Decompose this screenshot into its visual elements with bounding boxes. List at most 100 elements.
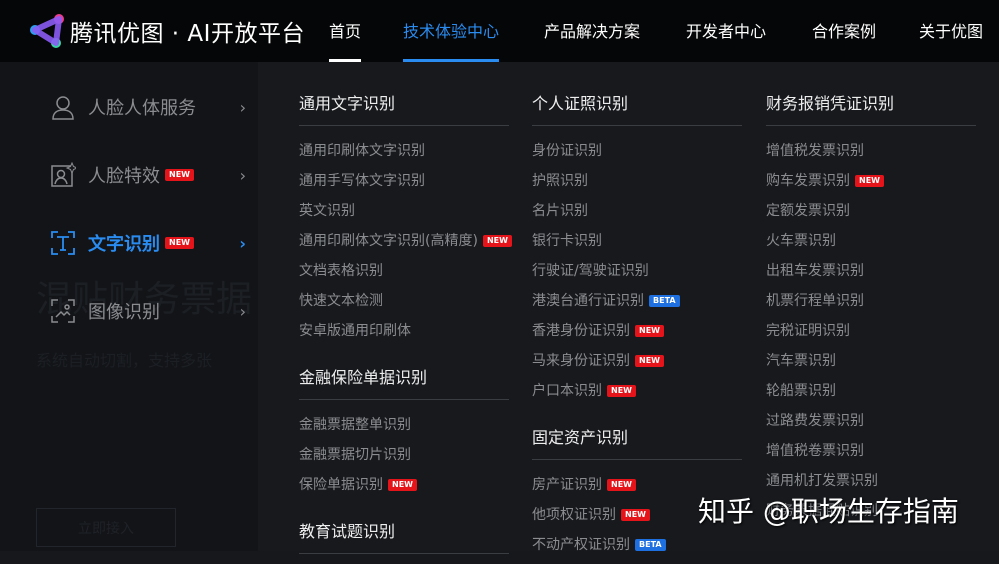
menu-item[interactable]: 英文识别 <box>299 196 509 226</box>
menu-item-label: 快速文本检测 <box>299 293 383 309</box>
section-title: 金融保险单据识别 <box>299 368 428 387</box>
menu-item[interactable]: 文档表格识别 <box>299 256 509 286</box>
menu-item[interactable]: 机票行程单识别 <box>766 286 976 316</box>
nav-item[interactable]: 技术体验中心 <box>403 18 500 62</box>
menu-item[interactable]: 行驶证/驾驶证识别 <box>532 256 742 286</box>
menu-item[interactable]: 名片识别 <box>532 196 742 226</box>
nav-item[interactable]: 产品解决方案 <box>544 18 640 62</box>
menu-item-label: 英文识别 <box>299 203 355 219</box>
nav-item[interactable]: 首页 <box>329 18 362 62</box>
menu-item[interactable]: 马来身份证识别 NEW <box>532 346 742 376</box>
section-divider <box>532 125 742 126</box>
category-user[interactable]: 人脸人体服务 › <box>50 92 246 122</box>
menu-item[interactable]: 香港身份证识别 NEW <box>532 316 742 346</box>
chevron-right-icon: › <box>239 97 246 117</box>
menu-item[interactable]: 出租车发票识别 <box>766 256 976 286</box>
menu-item-label: 保险单据识别 <box>299 477 383 493</box>
menu-item[interactable]: 快速文本检测 <box>299 286 509 316</box>
chevron-right-icon: › <box>239 233 246 253</box>
chevron-right-icon: › <box>239 301 246 321</box>
menu-item-label: 机票行程单识别 <box>766 293 864 309</box>
category-image-scan[interactable]: 图像识别 › <box>50 296 246 326</box>
menu-item[interactable]: 保险单据识别 NEW <box>299 470 509 500</box>
menu-item[interactable]: 通用手写体文字识别 <box>299 166 509 196</box>
menu-item[interactable]: 金融票据切片识别 <box>299 440 509 470</box>
category-label: 人脸特效 <box>88 166 160 187</box>
menu-item[interactable]: 增值税卷票识别 <box>766 436 976 466</box>
nav-item[interactable]: 开发者中心 <box>686 18 766 62</box>
menu-section: 固定资产识别 房产证识别 NEW 他项权证识别 NEW 不动产权证识别 BETA <box>532 406 742 560</box>
menu-item[interactable]: 护照识别 <box>532 166 742 196</box>
category-text-scan[interactable]: 文字识别 NEW › <box>50 228 246 258</box>
menu-item-label: 通用印刷体文字识别 <box>299 143 425 159</box>
menu-item[interactable]: 定额发票识别 <box>766 196 976 226</box>
new-badge: NEW <box>621 509 650 521</box>
menu-item-label: 通用印刷体文字识别(高精度) <box>299 233 478 249</box>
menu-item[interactable]: 通用印刷体文字识别(高精度) NEW <box>299 226 512 256</box>
menu-item-label: 身份证识别 <box>532 143 602 159</box>
menu-item-label: 房产证识别 <box>532 477 602 493</box>
section-divider <box>766 125 976 126</box>
menu-item[interactable]: 增值税发票识别 <box>766 136 976 166</box>
menu-item-label: 过路费发票识别 <box>766 413 864 429</box>
menu-item-label: 轮船票识别 <box>766 383 836 399</box>
new-badge: NEW <box>607 479 636 491</box>
menu-section: 金融保险单据识别金融票据整单识别 金融票据切片识别保险单据识别 NEW <box>299 346 509 500</box>
brand-title[interactable]: 腾讯优图 · AI开放平台 <box>70 14 305 48</box>
menu-item[interactable]: 安卓版通用印刷体 <box>299 316 509 346</box>
menu-item-label: 他项权证识别 <box>532 507 616 523</box>
beta-badge: BETA <box>649 295 680 307</box>
menu-column: 财务报销凭证识别 增值税发票识别购车发票识别 NEW 定额发票识别火车票识别出租车发票… <box>766 62 976 526</box>
connect-button[interactable]: 立即接入 <box>36 508 176 547</box>
menu-item-label: 火车票识别 <box>766 233 836 249</box>
menu-item[interactable]: 户口本识别 NEW <box>532 376 742 406</box>
section-title: 教育试题识别 <box>299 522 396 541</box>
nav-item[interactable]: 关于优图 <box>919 18 983 62</box>
menu-item[interactable]: 购车发票识别 NEW <box>766 166 976 196</box>
menu-item[interactable]: 银行卡识别 <box>532 226 742 256</box>
menu-column: 个人证照识别 身份证识别 护照识别 名片识别 银行卡识别 行驶证/驾驶证识别 港澳台通行证识… <box>532 62 742 560</box>
nav-item[interactable]: 合作案例 <box>812 18 876 62</box>
youtu-logo-icon <box>30 14 64 48</box>
nav-item-label: 合作案例 <box>812 22 877 41</box>
menu-item[interactable]: 身份证识别 <box>532 136 742 166</box>
menu-item-label: 出租车发票识别 <box>766 263 864 279</box>
section-divider <box>299 553 509 554</box>
section-divider <box>299 125 509 126</box>
menu-item[interactable]: 过路费发票识别 <box>766 406 976 436</box>
menu-item-label: 购车发票识别 <box>766 173 850 189</box>
menu-section: 财务报销凭证识别 增值税发票识别购车发票识别 NEW 定额发票识别火车票识别出租车发票… <box>766 62 976 526</box>
menu-section: 通用文字识别通用印刷体文字识别通用手写体文字识别英文识别通用印刷体文字识别(高精… <box>299 62 512 346</box>
user-icon <box>50 94 76 120</box>
menu-item-label: 银行卡识别 <box>532 233 602 249</box>
new-badge: NEW <box>388 479 417 491</box>
section-divider <box>299 399 509 400</box>
menu-item[interactable]: 轮船票识别 <box>766 376 976 406</box>
menu-item[interactable]: 金融票据整单识别 <box>299 410 509 440</box>
menu-item[interactable]: 港澳台通行证识别 BETA <box>532 286 742 316</box>
menu-item-label: 名片识别 <box>532 203 588 219</box>
menu-item-label: 行驶证/驾驶证识别 <box>532 263 649 279</box>
menu-item-label: 文档表格识别 <box>299 263 383 279</box>
category-label: 图像识别 <box>88 302 160 323</box>
category-face-sparkle[interactable]: 人脸特效 NEW › <box>50 160 246 190</box>
face-sparkle-icon <box>50 161 79 188</box>
category-sidebar: 混贴财务票据 系统自动切割，支持多张 立即接入 人脸人体服务 › 人脸特效 NEW › 文… <box>0 62 258 551</box>
menu-item[interactable]: 完税证明识别 <box>766 316 976 346</box>
new-badge: NEW <box>607 385 636 397</box>
section-title: 财务报销凭证识别 <box>766 94 895 113</box>
menu-item[interactable]: 汽车票识别 <box>766 346 976 376</box>
menu-section: 教育试题识别 <box>299 500 509 554</box>
menu-item-label: 马来身份证识别 <box>532 353 630 369</box>
menu-item[interactable]: 通用印刷体文字识别 <box>299 136 509 166</box>
menu-item-label: 增值税发票识别 <box>766 143 864 159</box>
menu-item[interactable]: 火车票识别 <box>766 226 976 256</box>
nav-item-label: 关于优图 <box>919 22 984 41</box>
section-title: 固定资产识别 <box>532 428 629 447</box>
menu-item[interactable]: 不动产权证识别 BETA <box>532 530 742 560</box>
section-title: 通用文字识别 <box>299 94 396 113</box>
image-scan-icon <box>50 298 76 324</box>
hero-subtitle: 系统自动切割，支持多张 <box>36 351 213 370</box>
menu-item-label: 增值税卷票识别 <box>766 443 864 459</box>
watermark: 知乎 @职场生存指南 <box>698 495 959 528</box>
